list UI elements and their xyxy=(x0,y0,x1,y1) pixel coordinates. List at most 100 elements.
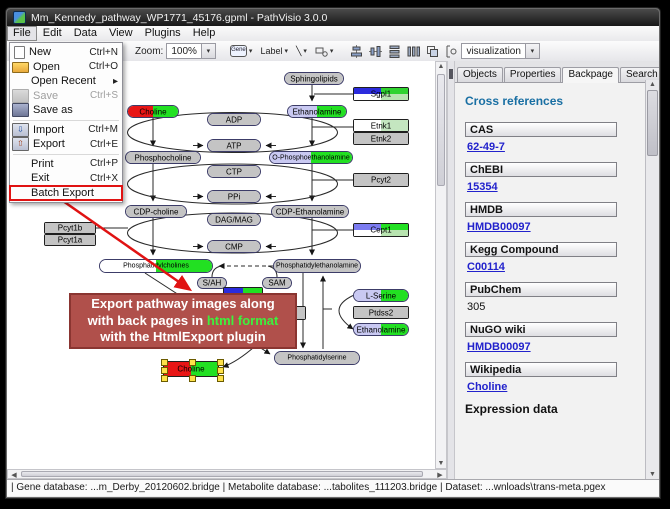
align-center-horizontal-icon[interactable] xyxy=(350,45,363,58)
chevron-down-icon[interactable]: ▾ xyxy=(201,44,215,58)
pathway-node-sphingolipids[interactable]: Sphingolipids xyxy=(284,72,344,85)
pathway-node-cept1[interactable]: Cept1 xyxy=(353,223,409,237)
menubar-item-help[interactable]: Help xyxy=(187,27,222,40)
xref-link[interactable]: HMDB00097 xyxy=(467,221,531,233)
pathway-node-etnk1[interactable]: Etnk1 xyxy=(353,119,409,132)
line-tool-button[interactable]: ╲ ▾ xyxy=(292,44,311,59)
pathway-node-dag-mag[interactable]: DAG/MAG xyxy=(207,213,261,226)
pathway-node-o-phosphoethanolamine[interactable]: O-Phosphoethanolamine xyxy=(269,151,353,164)
pathway-node-ptdss2[interactable]: Ptdss2 xyxy=(353,306,409,319)
scroll-down-icon[interactable]: ▼ xyxy=(646,471,659,478)
export-icon: ⇧ xyxy=(12,137,29,151)
xref-link[interactable]: 62-49-7 xyxy=(467,141,505,153)
selection-handle[interactable] xyxy=(189,359,196,366)
panel-scrollbar[interactable]: ▲ ▼ xyxy=(645,80,659,479)
pathway-node-cdp-ethanolamine[interactable]: CDP-Ethanolamine xyxy=(271,205,349,218)
menu-item-import[interactable]: ⇩ImportCtrl+M xyxy=(10,123,122,138)
pathway-node-sam[interactable]: SAM xyxy=(262,277,292,289)
canvas-horizontal-scrollbar[interactable]: ◀ ▶ xyxy=(7,469,447,479)
menu-item-export[interactable]: ⇧ExportCtrl+E xyxy=(10,137,122,152)
pathway-node-l-serine[interactable]: L-Serine xyxy=(353,289,409,302)
horizontal-scroll-thumb[interactable] xyxy=(21,471,423,477)
zoom-combobox[interactable]: 100% ▾ xyxy=(166,43,216,59)
menu-item-label: Print xyxy=(31,158,90,170)
menu-item-exit[interactable]: ExitCtrl+X xyxy=(10,171,122,186)
pathway-node-sgpl1[interactable]: Sgpl1 xyxy=(353,87,409,101)
pathway-node-cmp[interactable]: CMP xyxy=(207,240,261,253)
pathway-node-cdp-choline[interactable]: CDP-choline xyxy=(125,205,187,218)
menubar-item-view[interactable]: View xyxy=(103,27,139,40)
panel-scroll-thumb[interactable] xyxy=(647,90,658,156)
scale-icon[interactable] xyxy=(445,45,458,58)
scroll-down-icon[interactable]: ▼ xyxy=(436,460,446,467)
selection-handle[interactable] xyxy=(161,367,168,374)
pathway-node-phosphocholine[interactable]: Phosphocholine xyxy=(125,151,201,164)
pathway-node-adp[interactable]: ADP xyxy=(207,113,261,126)
menu-item-new[interactable]: NewCtrl+N xyxy=(10,45,122,60)
pathway-node-ctp[interactable]: CTP xyxy=(207,165,261,178)
visualization-combobox[interactable]: visualization ▾ xyxy=(461,43,539,59)
selection-handle[interactable] xyxy=(217,375,224,382)
menu-item-save-as[interactable]: Save as xyxy=(10,103,122,118)
pathway-node-ppi[interactable]: PPi xyxy=(207,190,261,203)
xref-link[interactable]: Choline xyxy=(467,381,507,393)
selection-handle[interactable] xyxy=(161,359,168,366)
xref-section-title: HMDB xyxy=(465,202,617,217)
pathway-node-ethanolamine-lower[interactable]: Ethanolamine xyxy=(353,323,409,336)
vertical-scroll-thumb[interactable] xyxy=(437,74,445,186)
pathway-node-phosphatidylcholines[interactable]: Phosphatidylcholines xyxy=(99,259,213,273)
chevron-down-icon[interactable]: ▾ xyxy=(525,44,539,58)
pathway-node-pcyt2[interactable]: Pcyt2 xyxy=(353,173,409,187)
scroll-up-icon[interactable]: ▲ xyxy=(436,63,446,70)
selection-handle[interactable] xyxy=(189,375,196,382)
node-label: Phosphatidylethanolamine xyxy=(274,262,360,269)
xref-link[interactable]: HMDB00097 xyxy=(467,341,531,353)
pathway-node-ethanolamine-top[interactable]: Ethanolamine xyxy=(287,105,347,118)
scroll-left-icon[interactable]: ◀ xyxy=(10,471,18,479)
file-menu-dropdown: NewCtrl+NOpenCtrl+OOpen Recent▸SaveCtrl+… xyxy=(9,42,123,203)
pathway-node-etnk2[interactable]: Etnk2 xyxy=(353,132,409,145)
selection-handle[interactable] xyxy=(217,359,224,366)
label-button[interactable]: Label ▾ xyxy=(256,44,292,58)
menu-icon-spacer xyxy=(12,75,27,87)
node-label: S/AH xyxy=(198,278,226,287)
menu-bar: FileEditDataViewPluginsHelp xyxy=(7,26,659,42)
menubar-item-plugins[interactable]: Plugins xyxy=(139,27,187,40)
menu-item-save[interactable]: SaveCtrl+S xyxy=(10,89,122,104)
shape-tool-button[interactable]: ▾ xyxy=(311,44,338,59)
xref-link[interactable]: C00114 xyxy=(467,261,505,273)
node-label: CDP-choline xyxy=(126,207,186,216)
pathway-node-choline-top[interactable]: Choline xyxy=(127,105,179,118)
xref-section-title: ChEBI xyxy=(465,162,617,177)
scroll-right-icon[interactable]: ▶ xyxy=(436,471,444,479)
menubar-item-edit[interactable]: Edit xyxy=(37,27,68,40)
pathway-node-pcyt1b[interactable]: Pcyt1b xyxy=(44,222,96,234)
menu-item-label: Export xyxy=(33,138,90,150)
menu-item-open[interactable]: OpenCtrl+O xyxy=(10,60,122,75)
align-center-vertical-icon[interactable] xyxy=(369,45,382,58)
distribute-vertical-icon[interactable] xyxy=(388,45,401,58)
common-size-icon[interactable] xyxy=(426,45,439,58)
xref-link[interactable]: 15354 xyxy=(467,181,498,193)
canvas-vertical-scrollbar[interactable]: ▲ ▼ xyxy=(435,61,447,469)
pathway-node-choline-selected[interactable]: Choline xyxy=(163,361,219,377)
panel-splitter[interactable] xyxy=(447,61,455,479)
distribute-horizontal-icon[interactable] xyxy=(407,45,420,58)
menubar-item-file[interactable]: File xyxy=(7,26,37,41)
menu-item-label: Save as xyxy=(33,104,118,116)
datanode-button[interactable]: Gene ▾ xyxy=(226,43,257,59)
selection-handle[interactable] xyxy=(217,367,224,374)
selection-handle[interactable] xyxy=(161,375,168,382)
pathway-node-pcyt1a[interactable]: Pcyt1a xyxy=(44,234,96,246)
node-label: DAG/MAG xyxy=(208,215,260,224)
pathway-node-atp[interactable]: ATP xyxy=(207,139,261,152)
menubar-item-data[interactable]: Data xyxy=(68,27,103,40)
pathway-node-phosphatidylethanolamine[interactable]: Phosphatidylethanolamine xyxy=(273,259,361,273)
menu-item-batch-export[interactable]: Batch Export xyxy=(10,186,122,201)
pathway-node-phosphatidylserine[interactable]: Phosphatidylserine xyxy=(274,351,360,365)
menu-item-print[interactable]: PrintCtrl+P xyxy=(10,157,122,172)
scroll-up-icon[interactable]: ▲ xyxy=(646,81,659,88)
side-panel: ObjectsPropertiesBackpageSearchLegend Cr… xyxy=(455,61,659,479)
menu-item-open-recent[interactable]: Open Recent▸ xyxy=(10,74,122,89)
splitter-grip[interactable] xyxy=(449,69,453,79)
